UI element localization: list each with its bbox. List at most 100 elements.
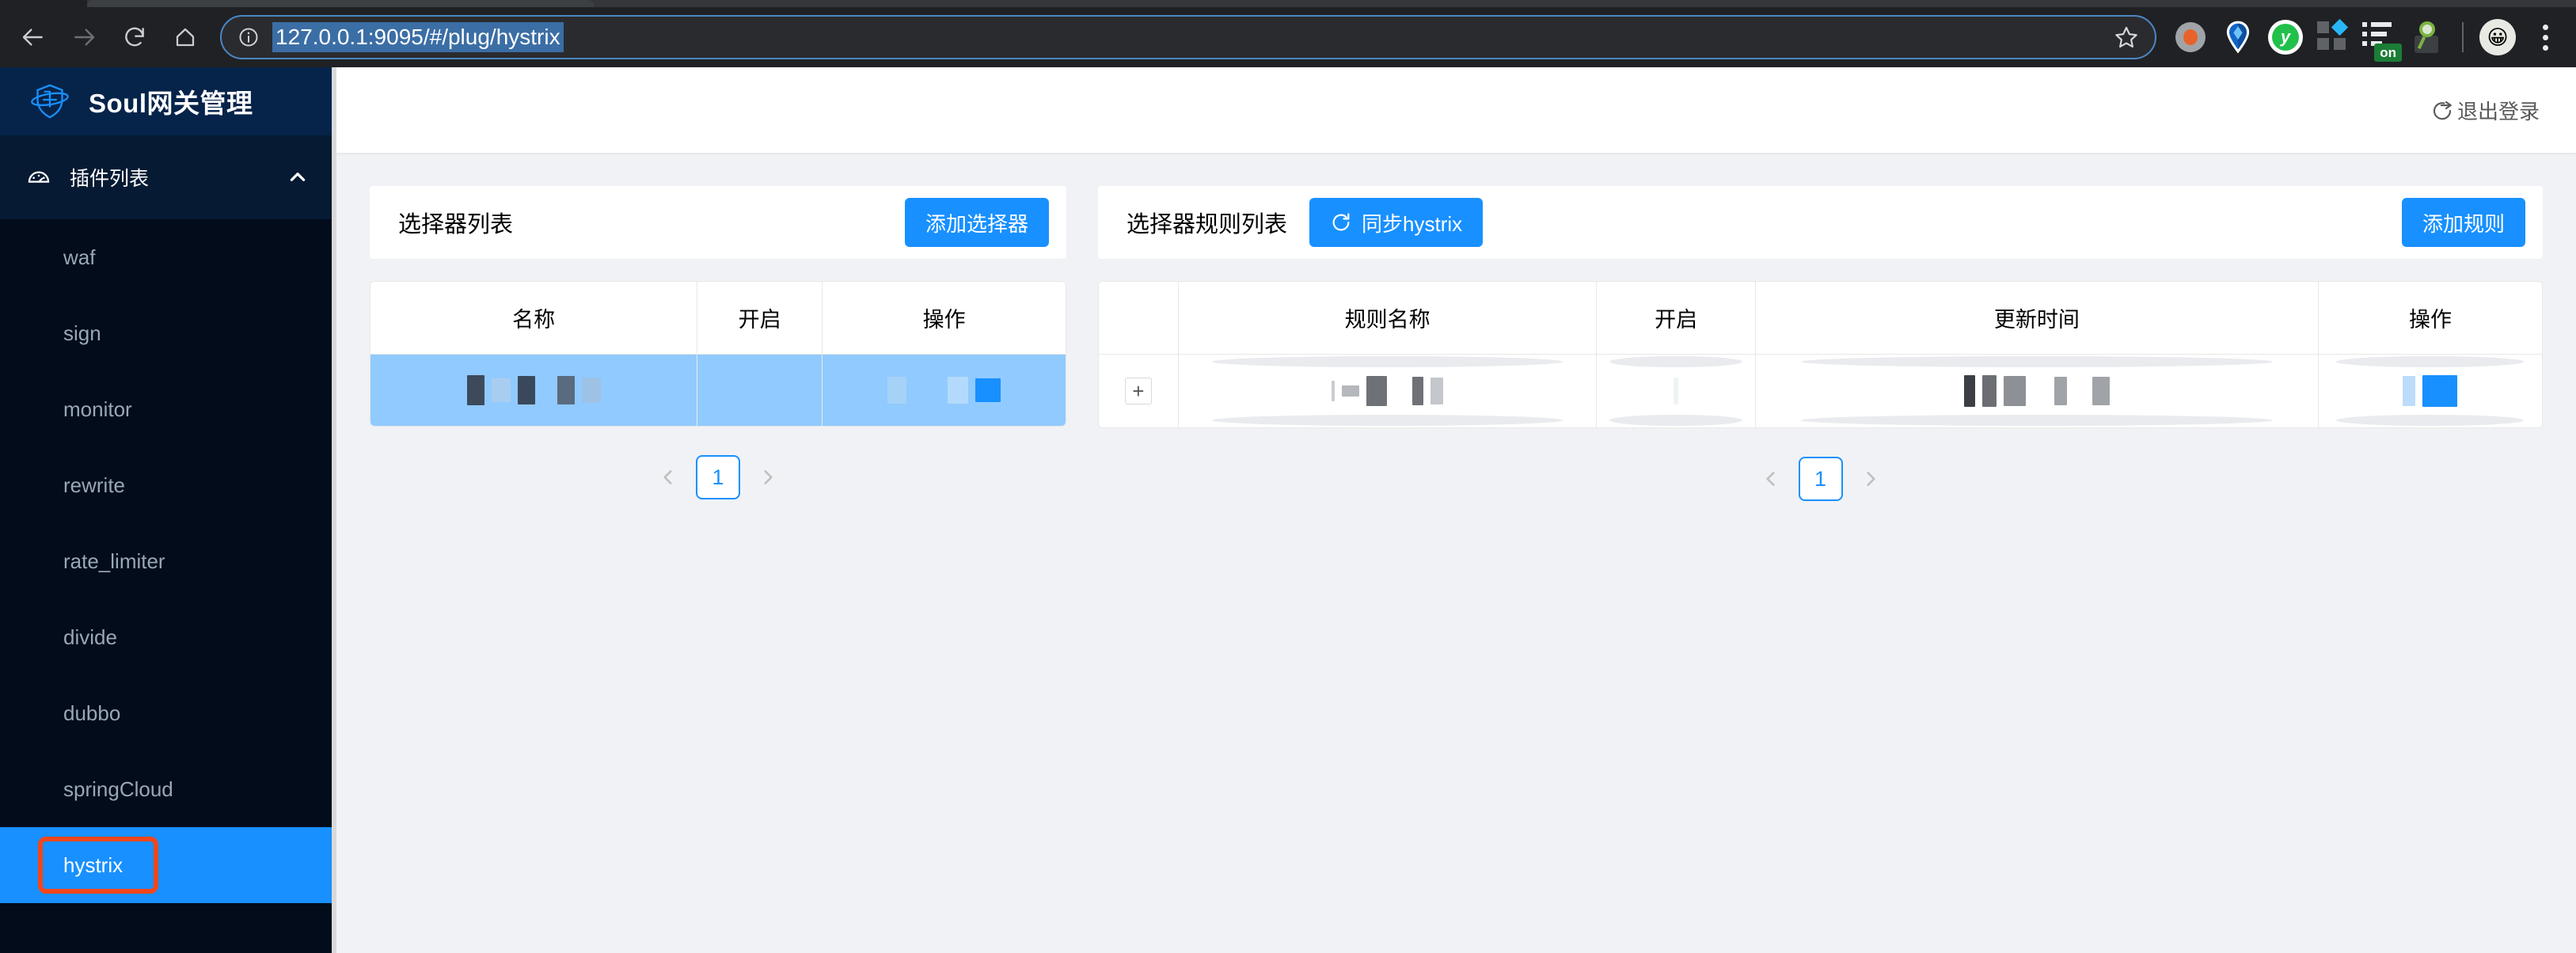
chevron-up-icon[interactable] (287, 167, 308, 188)
toolbar-divider (2462, 22, 2464, 52)
sidebar-item-label: divide (63, 625, 117, 649)
rule-cell-name[interactable] (1178, 354, 1598, 427)
selector-column-name: 名称 (370, 282, 698, 355)
profile-avatar-icon[interactable]: 😀 (2475, 14, 2521, 60)
browser-chrome: 127.0.0.1:9095/#/plug/hystrix y on 😀 (0, 0, 2576, 67)
rule-cell-update-time[interactable] (1755, 354, 2319, 427)
forward-icon[interactable] (62, 15, 106, 59)
selector-panel: 选择器列表 添加选择器 名称 开启 操作 1 (370, 186, 1066, 499)
rule-table-header-row: 规则名称 开启 更新时间 操作 (1099, 282, 2542, 355)
rule-cell-action[interactable] (2318, 354, 2542, 427)
dashboard-icon (25, 164, 52, 191)
selector-panel-header: 选择器列表 添加选择器 (370, 186, 1066, 259)
refresh-icon (1330, 211, 1352, 234)
pagination-page-1[interactable]: 1 (696, 455, 740, 499)
yandex-extension-icon[interactable]: y (2263, 14, 2308, 60)
expand-row-button[interactable]: + (1124, 378, 1152, 404)
selector-table: 名称 开启 操作 (370, 282, 1066, 426)
home-icon[interactable] (163, 15, 207, 59)
add-selector-label: 添加选择器 (925, 211, 1028, 236)
application-root: Soul网关管理 插件列表 waf sign monitor rewrite r… (0, 67, 2576, 953)
add-selector-button[interactable]: 添加选择器 (904, 198, 1049, 247)
selector-table-row[interactable] (370, 354, 1066, 426)
brand-title: Soul网关管理 (89, 89, 253, 118)
tab-strip[interactable] (0, 0, 2576, 7)
rule-panel-title: 选择器规则列表 (1127, 212, 1288, 237)
rule-panel: 选择器规则列表 同步hystrix 添加规则 规则名称 开启 更新时间 操作 +… (1098, 186, 2543, 501)
rule-column-update-time: 更新时间 (1755, 282, 2319, 355)
sidebar: Soul网关管理 插件列表 waf sign monitor rewrite r… (0, 67, 336, 953)
four-squares-extension-icon[interactable] (2310, 14, 2356, 60)
site-info-icon[interactable] (237, 26, 260, 48)
list-extension-badge: on (2374, 44, 2402, 62)
top-bar: 退出登录 (336, 67, 2576, 153)
reload-icon[interactable] (112, 15, 157, 59)
content-area: 退出登录 选择器列表 添加选择器 名称 开启 操作 1 选择器规则列表 同步hy… (336, 67, 2576, 953)
pagination-page-1[interactable]: 1 (1798, 457, 1843, 501)
redacted-name-text (466, 375, 601, 405)
back-icon[interactable] (11, 15, 55, 59)
shield-plus-logo-icon (28, 80, 71, 123)
sidebar-item-springcloud[interactable]: springCloud (0, 751, 336, 827)
selector-cell-action[interactable] (822, 354, 1066, 426)
redacted-update-time-text (1963, 375, 2110, 407)
sidebar-item-rewrite[interactable]: rewrite (0, 447, 336, 523)
rule-column-action: 操作 (2318, 282, 2542, 355)
sidebar-item-divide[interactable]: divide (0, 599, 336, 675)
address-bar-url[interactable]: 127.0.0.1:9095/#/plug/hystrix (272, 22, 564, 52)
selector-table-header-row: 名称 开启 操作 (370, 282, 1066, 355)
blue-pin-extension-icon[interactable] (2215, 14, 2261, 60)
selector-table-wrapper: 名称 开启 操作 (370, 281, 1066, 427)
sidebar-item-label: springCloud (63, 776, 173, 801)
browser-toolbar: 127.0.0.1:9095/#/plug/hystrix y on 😀 (0, 7, 2576, 67)
navigation-buttons (0, 15, 207, 59)
chevron-left-icon[interactable] (1757, 465, 1784, 492)
kebab-menu-icon[interactable] (2522, 14, 2568, 60)
sync-hystrix-label: 同步hystrix (1362, 211, 1463, 236)
extension-area: y on 😀 (2168, 14, 2576, 62)
sidebar-item-hystrix[interactable]: hystrix (0, 827, 336, 903)
sidebar-item-sign[interactable]: sign (0, 295, 336, 371)
list-extension-icon[interactable]: on (2358, 14, 2403, 62)
sidebar-submenu: waf sign monitor rewrite rate_limiter di… (0, 219, 336, 953)
sidebar-item-label: hystrix (63, 852, 123, 877)
rule-panel-header: 选择器规则列表 同步hystrix 添加规则 (1098, 186, 2543, 259)
magnifier-extension-icon[interactable] (2405, 14, 2451, 60)
sync-hystrix-button[interactable]: 同步hystrix (1309, 198, 1484, 247)
sidebar-item-label: dubbo (63, 701, 121, 725)
add-rule-button[interactable]: 添加规则 (2401, 198, 2525, 247)
rule-cell-expand[interactable]: + (1099, 354, 1179, 427)
rule-table-row[interactable]: + (1099, 354, 2542, 427)
sidebar-item-label: monitor (63, 397, 132, 421)
sidebar-item-dubbo[interactable]: dubbo (0, 675, 336, 751)
rule-cell-enabled[interactable] (1596, 354, 1756, 427)
sidebar-item-label: waf (63, 245, 96, 269)
redacted-rule-enabled (1674, 378, 1679, 404)
rule-column-enabled: 开启 (1596, 282, 1756, 355)
selector-column-action: 操作 (822, 282, 1066, 355)
chevron-right-icon[interactable] (754, 464, 781, 491)
star-icon[interactable] (2109, 25, 2144, 50)
rule-table-wrapper: 规则名称 开启 更新时间 操作 + (1098, 281, 2543, 428)
chevron-left-icon[interactable] (655, 464, 682, 491)
selector-cell-enabled[interactable] (697, 354, 823, 426)
rule-column-expand (1099, 282, 1179, 355)
selector-column-enabled: 开启 (697, 282, 823, 355)
sidebar-item-label: rate_limiter (63, 549, 165, 573)
address-bar[interactable]: 127.0.0.1:9095/#/plug/hystrix (220, 15, 2156, 59)
selector-cell-name[interactable] (370, 354, 698, 426)
sidebar-item-waf[interactable]: waf (0, 219, 336, 295)
orange-dot-extension-icon[interactable] (2168, 14, 2213, 60)
sidebar-group-plugin-list[interactable]: 插件列表 (0, 135, 336, 219)
panels-container: 选择器列表 添加选择器 名称 开启 操作 1 选择器规则列表 同步hystrix… (336, 153, 2576, 953)
redacted-rule-action (2403, 375, 2458, 407)
sidebar-scrollbar[interactable] (332, 67, 336, 953)
brand-header[interactable]: Soul网关管理 (0, 67, 336, 135)
redacted-action-text (887, 377, 1001, 404)
redacted-rule-name-text (1332, 376, 1444, 406)
rule-table: 规则名称 开启 更新时间 操作 + (1099, 282, 2542, 427)
logout-button[interactable]: 退出登录 (2430, 96, 2540, 125)
sidebar-item-rate-limiter[interactable]: rate_limiter (0, 523, 336, 599)
sidebar-item-monitor[interactable]: monitor (0, 371, 336, 447)
chevron-right-icon[interactable] (1857, 465, 1884, 492)
